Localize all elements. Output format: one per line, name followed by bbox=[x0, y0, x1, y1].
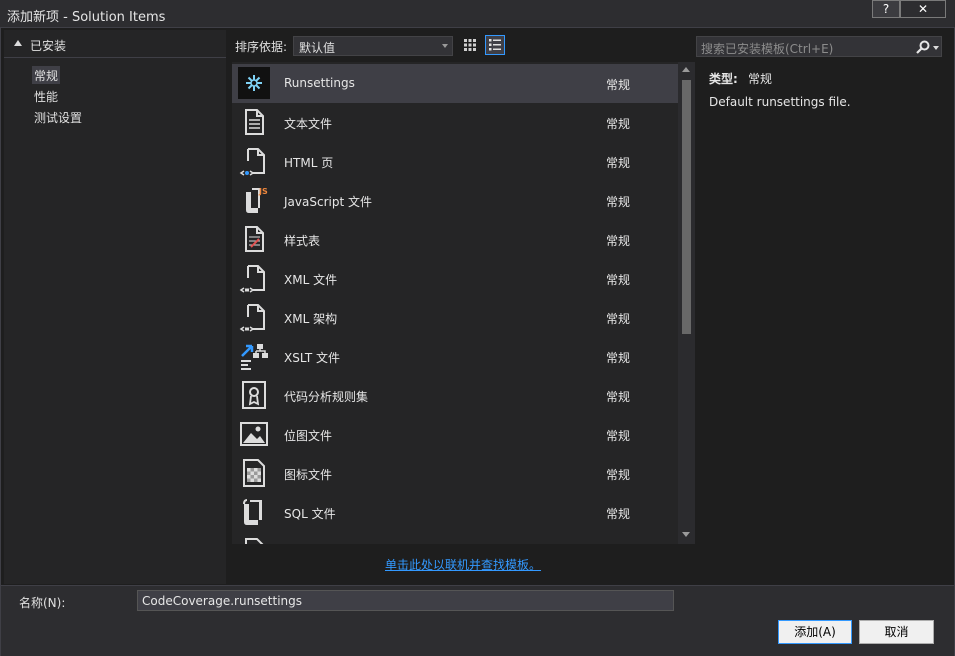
list-item-partial[interactable] bbox=[232, 532, 678, 544]
list-item-icon-file[interactable]: 图标文件 常规 bbox=[232, 454, 678, 493]
template-name: 图标文件 bbox=[284, 468, 333, 482]
template-name: 代码分析规则集 bbox=[284, 390, 369, 404]
xslt-file-icon bbox=[241, 344, 268, 370]
dropdown-caret-icon bbox=[442, 44, 448, 48]
template-name: SQL 文件 bbox=[284, 507, 336, 521]
template-category: 常规 bbox=[606, 117, 631, 131]
online-templates-link[interactable]: 单击此处以联机并查找模板。 bbox=[385, 556, 541, 573]
template-name: JavaScript 文件 bbox=[284, 195, 372, 209]
details-pane: 类型: 常规 Default runsettings file. bbox=[700, 62, 946, 584]
scroll-down-arrow-icon[interactable] bbox=[682, 532, 690, 537]
text-file-icon bbox=[245, 109, 264, 135]
template-category: 常规 bbox=[606, 429, 631, 443]
expand-arrow-icon[interactable] bbox=[14, 40, 22, 46]
template-category: 常规 bbox=[606, 156, 631, 170]
sort-value: 默认值 bbox=[299, 41, 336, 55]
name-input[interactable] bbox=[137, 590, 674, 611]
list-item-text-file[interactable]: 文本文件 常规 bbox=[232, 103, 678, 142]
template-category: 常规 bbox=[606, 312, 631, 326]
category-tree: 已安装 常规 性能 测试设置 bbox=[4, 30, 226, 584]
detail-description: Default runsettings file. bbox=[709, 95, 851, 109]
add-button[interactable]: 添加(A) bbox=[778, 620, 852, 644]
tree-item-general[interactable]: 常规 bbox=[32, 66, 61, 84]
list-item-runsettings[interactable]: Runsettings 常规 bbox=[232, 64, 678, 103]
list-item-xslt-file[interactable]: XSLT 文件 常规 bbox=[232, 337, 678, 376]
window-title: 添加新项 - Solution Items bbox=[7, 10, 166, 25]
sort-dropdown[interactable]: 默认值 bbox=[293, 36, 453, 56]
ruleset-icon bbox=[242, 381, 266, 409]
template-category: 常规 bbox=[606, 390, 631, 404]
search-placeholder: 搜索已安装模板(Ctrl+E) bbox=[701, 42, 834, 56]
list-item-sql-file[interactable]: SQL 文件 常规 bbox=[232, 493, 678, 532]
template-name: 样式表 bbox=[284, 234, 321, 248]
bitmap-file-icon bbox=[240, 422, 268, 446]
template-category: 常规 bbox=[606, 273, 631, 287]
file-icon bbox=[245, 538, 264, 544]
close-button[interactable]: ✕ bbox=[900, 0, 946, 18]
template-category: 常规 bbox=[606, 468, 631, 482]
xml-schema-icon bbox=[239, 304, 265, 332]
template-category: 常规 bbox=[606, 351, 631, 365]
template-name: 文本文件 bbox=[284, 117, 333, 131]
help-button[interactable]: ? bbox=[872, 0, 900, 18]
grid-view-button[interactable] bbox=[460, 35, 480, 55]
sort-label: 排序依据: bbox=[235, 40, 288, 54]
stylesheet-icon bbox=[245, 226, 264, 252]
detail-type-label: 类型: bbox=[709, 72, 738, 86]
tree-item-performance[interactable]: 性能 bbox=[32, 87, 60, 105]
template-category: 常规 bbox=[606, 195, 631, 209]
search-options-caret-icon[interactable] bbox=[933, 46, 939, 50]
template-name: XSLT 文件 bbox=[284, 351, 341, 365]
template-name: XML 架构 bbox=[284, 312, 338, 326]
template-name: Runsettings bbox=[284, 76, 355, 90]
template-name: HTML 页 bbox=[284, 156, 334, 170]
icon-file-icon bbox=[243, 459, 265, 487]
search-icon[interactable] bbox=[915, 39, 931, 55]
search-input[interactable]: 搜索已安装模板(Ctrl+E) bbox=[696, 36, 942, 57]
list-item-bitmap-file[interactable]: 位图文件 常规 bbox=[232, 415, 678, 454]
sql-file-icon bbox=[243, 499, 262, 525]
list-item-xml-schema[interactable]: XML 架构 常规 bbox=[232, 298, 678, 337]
template-category: 常规 bbox=[606, 78, 631, 92]
list-item-stylesheet[interactable]: 样式表 常规 bbox=[232, 220, 678, 259]
list-item-javascript-file[interactable]: JS JavaScript 文件 常规 bbox=[232, 181, 678, 220]
scroll-up-arrow-icon[interactable] bbox=[682, 67, 690, 72]
javascript-file-icon: JS bbox=[246, 187, 268, 213]
list-view-button[interactable] bbox=[485, 35, 505, 55]
template-name: 位图文件 bbox=[284, 429, 333, 443]
template-category: 常规 bbox=[606, 507, 631, 521]
template-name: XML 文件 bbox=[284, 273, 338, 287]
list-scrollbar[interactable] bbox=[678, 62, 695, 544]
list-item-ruleset[interactable]: 代码分析规则集 常规 bbox=[232, 376, 678, 415]
template-list: Runsettings 常规 文本文件 常规 HTML 页 常规 JS Java… bbox=[232, 62, 695, 544]
cancel-button[interactable]: 取消 bbox=[859, 620, 934, 644]
xml-file-icon bbox=[239, 265, 265, 293]
detail-type-value: 常规 bbox=[748, 72, 773, 86]
tree-header-installed[interactable]: 已安装 bbox=[4, 32, 226, 58]
template-category: 常规 bbox=[606, 234, 631, 248]
runsettings-icon bbox=[238, 67, 270, 99]
tree-item-test-settings[interactable]: 测试设置 bbox=[32, 108, 84, 126]
svg-text:JS: JS bbox=[258, 187, 268, 196]
list-item-html-page[interactable]: HTML 页 常规 bbox=[232, 142, 678, 181]
tree-header-label: 已安装 bbox=[30, 39, 67, 53]
list-view-icon bbox=[489, 39, 501, 51]
name-label: 名称(N): bbox=[19, 596, 66, 610]
scroll-thumb[interactable] bbox=[682, 80, 691, 334]
list-item-xml-file[interactable]: XML 文件 常规 bbox=[232, 259, 678, 298]
html-page-icon bbox=[239, 148, 265, 176]
grid-view-icon bbox=[464, 39, 476, 51]
title-bar: 添加新项 - Solution Items ? ✕ bbox=[0, 0, 955, 28]
